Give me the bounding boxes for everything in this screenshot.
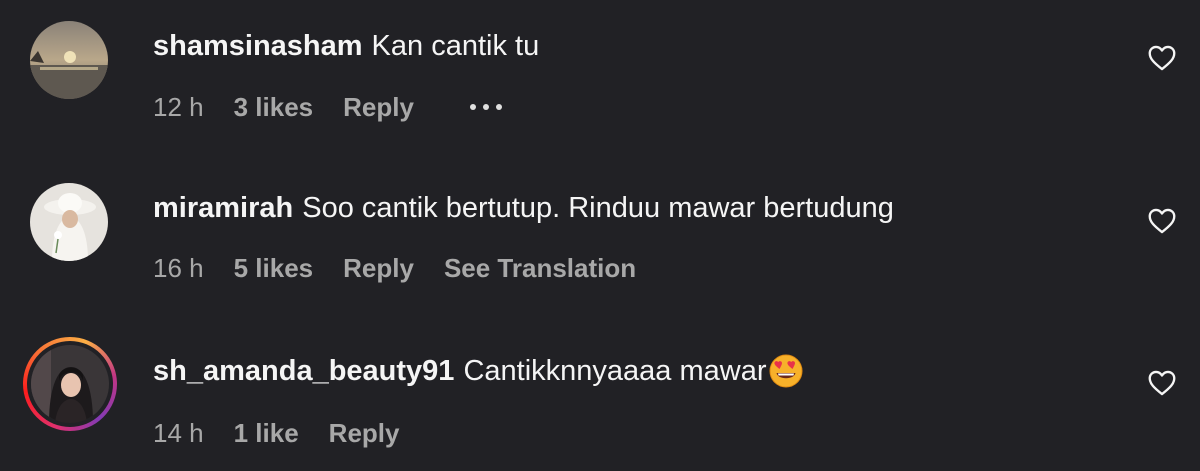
reply-button[interactable]: Reply <box>343 92 414 122</box>
avatar[interactable] <box>30 21 108 99</box>
comment-item: shamsinasham Kan cantik tu 12 h 3 likes … <box>0 0 1200 122</box>
likes-count[interactable]: 5 likes <box>234 253 314 283</box>
username[interactable]: miramirah <box>153 191 293 225</box>
heart-outline-icon[interactable] <box>1148 208 1176 234</box>
reply-button[interactable]: Reply <box>343 253 414 283</box>
avatar-image <box>30 183 108 261</box>
comment-meta: 16 h 5 likes Reply See Translation <box>153 253 666 283</box>
avatar-image <box>31 345 109 423</box>
likes-count[interactable]: 3 likes <box>234 92 314 122</box>
heart-outline-icon[interactable] <box>1148 370 1176 396</box>
avatar[interactable] <box>30 183 108 261</box>
timestamp[interactable]: 16 h <box>153 253 204 283</box>
likes-count[interactable]: 1 like <box>234 418 299 448</box>
reply-button[interactable]: Reply <box>329 418 400 448</box>
see-translation-button[interactable]: See Translation <box>444 253 636 283</box>
username[interactable]: sh_amanda_beauty91 <box>153 354 454 388</box>
comment-item: sh_amanda_beauty91 Cantikknnyaaaa mawar … <box>0 325 1200 448</box>
avatar-image <box>30 21 108 99</box>
comment-text: Cantikknnyaaaa mawar <box>463 355 767 387</box>
comment-meta: 12 h 3 likes Reply <box>153 92 502 122</box>
heart-outline-icon[interactable] <box>1148 45 1176 71</box>
comment-text: Soo cantik bertutup. Rinduu mawar bertud… <box>302 192 894 224</box>
comment-line: miramirah Soo cantik bertutup. Rinduu ma… <box>153 191 894 225</box>
comment-line: shamsinasham Kan cantik tu <box>153 29 539 63</box>
heart-eyes-emoji <box>769 354 803 388</box>
comment-item: miramirah Soo cantik bertutup. Rinduu ma… <box>0 163 1200 283</box>
timestamp[interactable]: 12 h <box>153 92 204 122</box>
comment-line: sh_amanda_beauty91 Cantikknnyaaaa mawar <box>153 353 804 389</box>
more-options-icon[interactable] <box>469 92 502 122</box>
username[interactable]: shamsinasham <box>153 29 363 63</box>
comment-meta: 14 h 1 like Reply <box>153 418 429 448</box>
avatar <box>31 345 109 423</box>
comment-text: Kan cantik tu <box>371 30 540 62</box>
avatar-story-ring[interactable] <box>23 337 117 431</box>
timestamp[interactable]: 14 h <box>153 418 204 448</box>
